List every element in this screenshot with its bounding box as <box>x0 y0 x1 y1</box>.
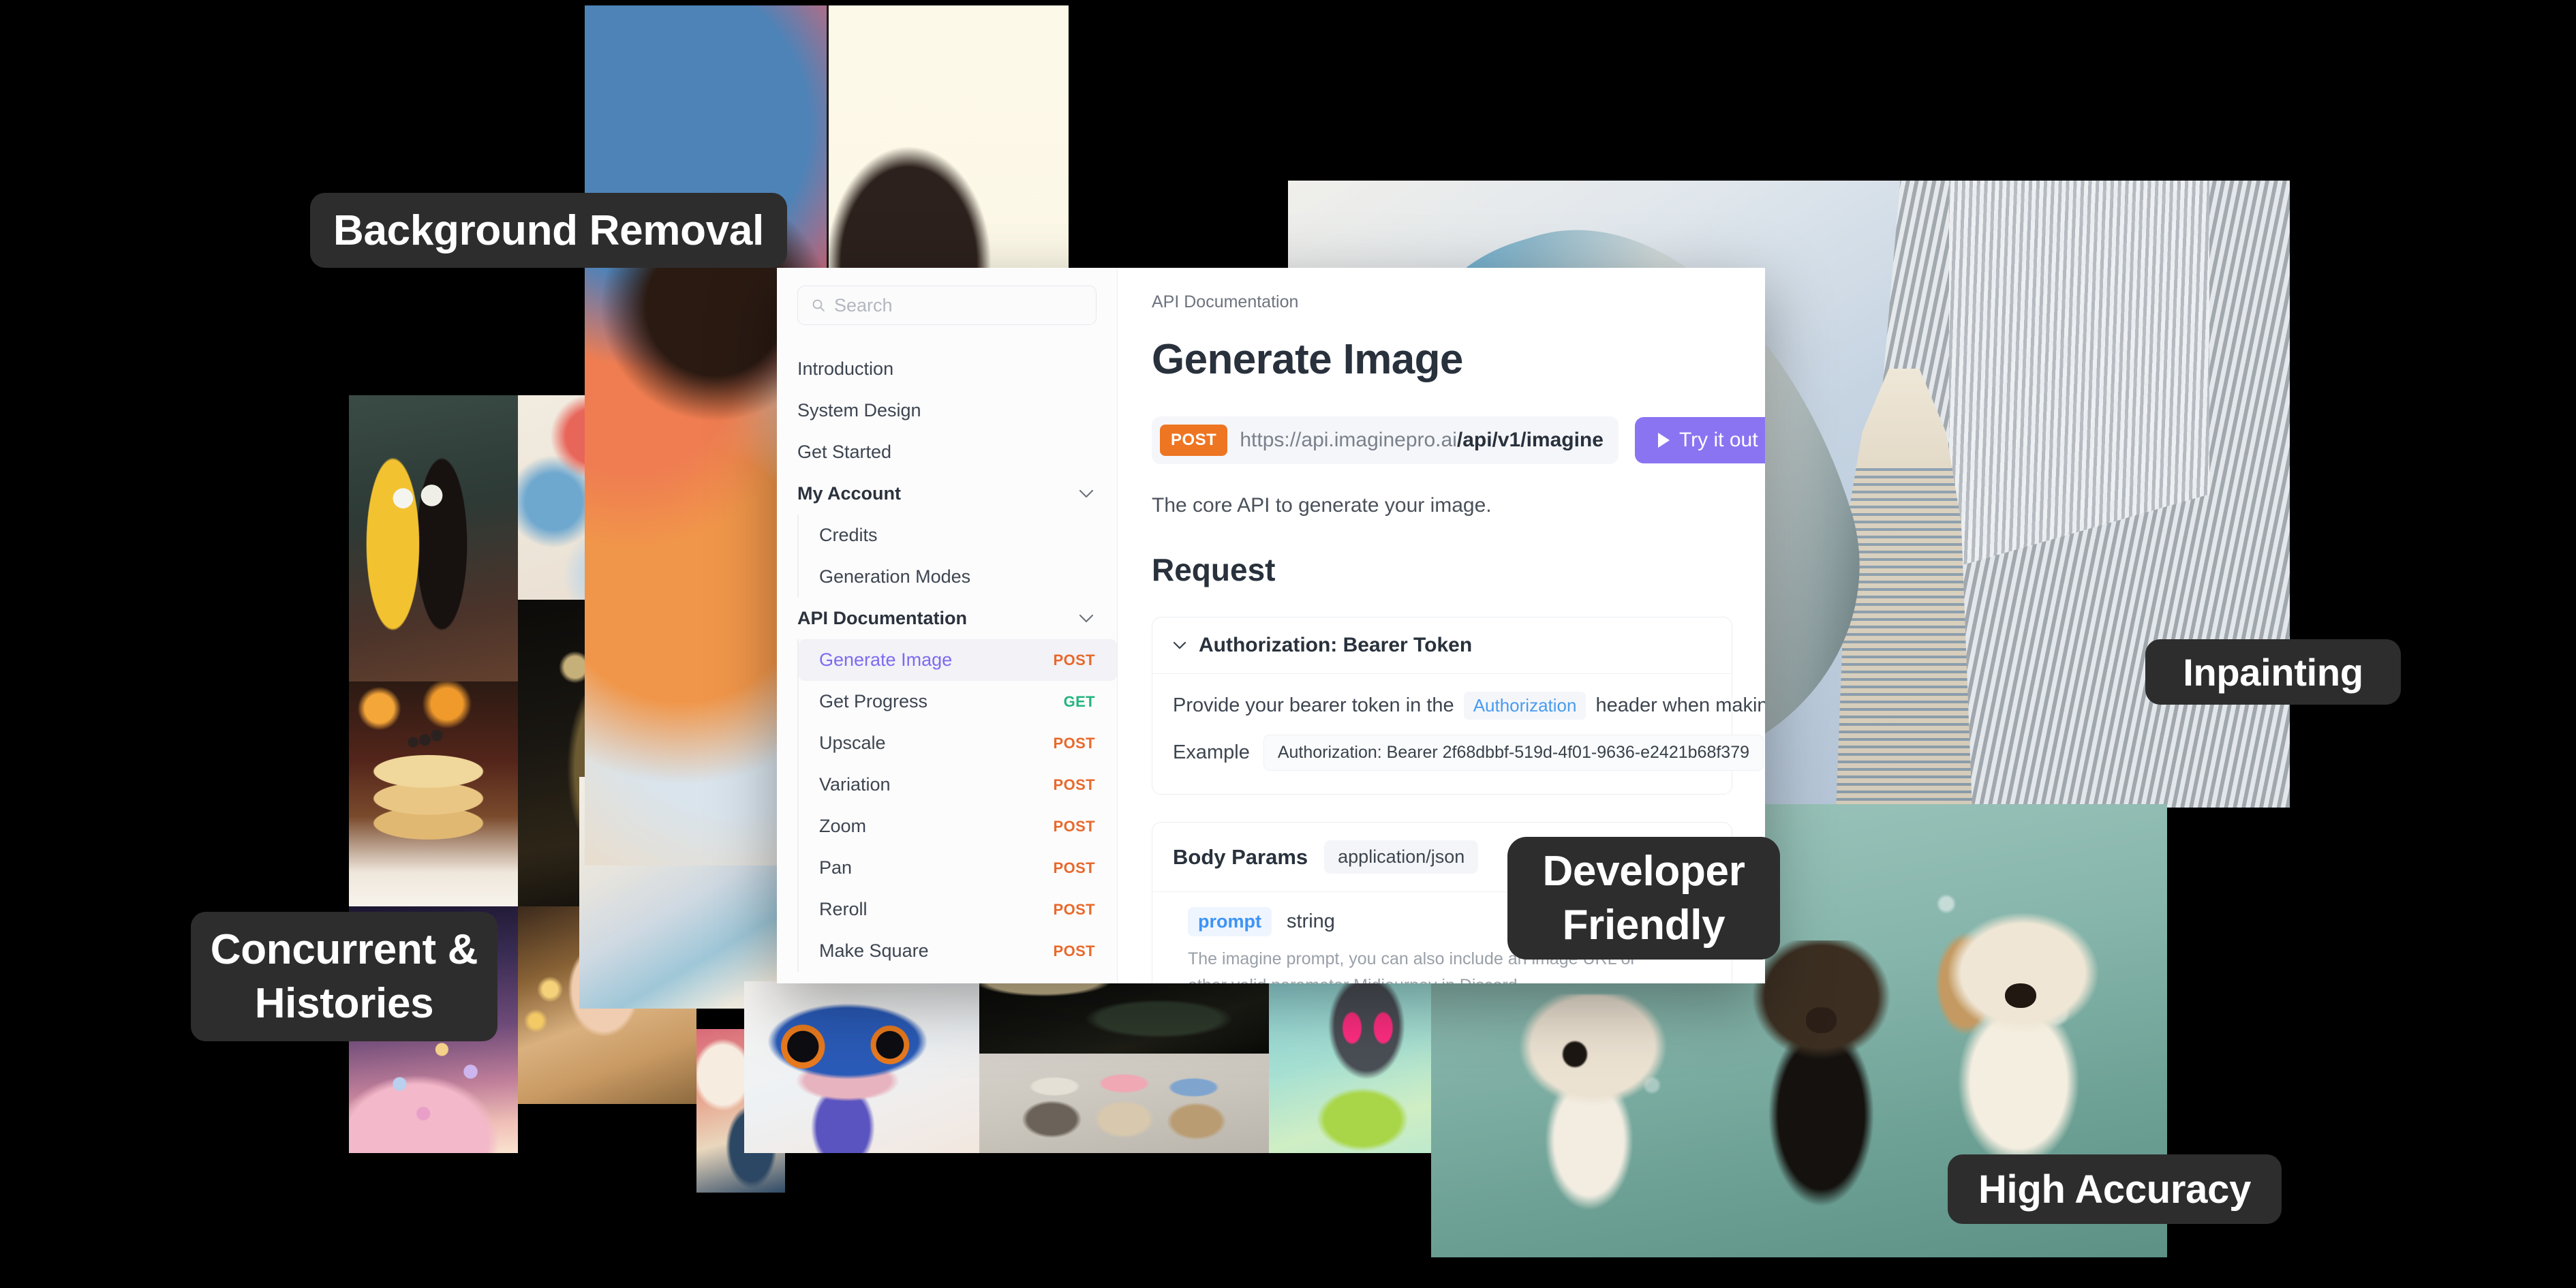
screenshot-stage: Search Introduction System Design Get St… <box>0 0 2576 1288</box>
section-title-request: Request <box>1152 552 1276 587</box>
play-icon <box>1657 433 1670 448</box>
auth-header-chip: Authorization <box>1463 692 1586 720</box>
sidebar-group-api-documentation[interactable]: API Documentation <box>777 598 1117 639</box>
badge-inpainting: Inpainting <box>2145 639 2401 705</box>
sidebar-item-generate-image[interactable]: Generate Image POST <box>799 639 1117 681</box>
authorization-example-row: Example Authorization: Bearer 2f68dbbf-5… <box>1173 735 1764 771</box>
sidebar-item-upscale[interactable]: Upscale POST <box>799 722 1117 764</box>
sidebar-item-pan[interactable]: Pan POST <box>799 847 1117 889</box>
endpoint-url-path: /api/v1/imagine <box>1456 429 1604 451</box>
sidebar-group-my-account[interactable]: My Account <box>777 473 1117 515</box>
badge-label: High Accuracy <box>1978 1167 2252 1212</box>
sidebar-sublist-api-documentation: Generate Image POST Get Progress GET Ups… <box>797 639 1117 972</box>
auth-desc-after: header when making req <box>1595 694 1765 716</box>
param-name: prompt <box>1188 907 1272 936</box>
authorization-card: Authorization: Bearer Token Provide your… <box>1152 617 1765 795</box>
sidebar-item-method: POST <box>1053 651 1095 669</box>
sidebar-item-label: Introduction <box>797 358 894 379</box>
sidebar-item-method: POST <box>1053 734 1095 752</box>
sidebar-item-variation[interactable]: Variation POST <box>799 764 1117 806</box>
sidebar-item-zoom[interactable]: Zoom POST <box>799 806 1117 847</box>
body-params-title: Body Params <box>1173 844 1308 869</box>
sidebar-item-method: POST <box>1053 817 1095 835</box>
sidebar-item-method: GET <box>1063 692 1095 710</box>
sidebar-item-method: POST <box>1053 776 1095 793</box>
chevron-down-icon <box>1173 641 1186 649</box>
badge-label-line2: Histories <box>254 980 434 1027</box>
sidebar-item-label: Zoom <box>819 816 867 836</box>
badge-label-line2: Friendly <box>1562 902 1726 949</box>
sidebar-item-label: Generation Modes <box>819 566 971 587</box>
try-it-out-button[interactable]: Try it out <box>1634 417 1765 463</box>
sidebar-item-label: System Design <box>797 400 921 420</box>
badge-label-line1: Concurrent & <box>210 925 478 973</box>
sidebar-item-credits[interactable]: Credits <box>799 515 1117 556</box>
search-icon <box>812 299 825 311</box>
sidebar-item-system-design[interactable]: System Design <box>777 390 1117 431</box>
collage-image-spongebob-venom <box>349 395 518 681</box>
authorization-card-body: Provide your bearer token in the Authori… <box>1152 673 1765 794</box>
sidebar-item-make-square[interactable]: Make Square POST <box>799 930 1117 972</box>
endpoint-method-badge: POST <box>1160 425 1228 456</box>
collage-image-cats-with-hats <box>979 1054 1269 1153</box>
chevron-down-icon <box>1079 489 1094 498</box>
sidebar-item-label: Variation <box>819 774 891 795</box>
badge-developer-friendly: Developer Friendly <box>1507 837 1780 960</box>
sidebar-item-generation-modes[interactable]: Generation Modes <box>799 556 1117 598</box>
badge-high-accuracy: High Accuracy <box>1948 1154 2282 1224</box>
breadcrumb: API Documentation <box>1152 292 1299 311</box>
badge-label: Inpainting <box>2183 650 2363 694</box>
param-type: string <box>1286 910 1335 932</box>
badge-background-removal: Background Removal <box>310 193 787 268</box>
collage-image-pancakes <box>349 681 518 906</box>
sidebar-sublist-my-account: Credits Generation Modes <box>797 515 1117 598</box>
badge-label: Background Removal <box>333 206 764 254</box>
sidebar-item-label: Make Square <box>819 940 929 961</box>
dog-white-left <box>1497 994 1689 1231</box>
sidebar-item-label: Get Progress <box>819 691 928 711</box>
content-type-chip: application/json <box>1324 840 1479 874</box>
sidebar-group-label: API Documentation <box>797 608 968 628</box>
sidebar: Search Introduction System Design Get St… <box>777 268 1118 983</box>
try-it-out-label: Try it out <box>1678 429 1758 451</box>
page-title: Generate Image <box>1152 336 1463 383</box>
endpoint-row: POST https://api.imaginepro.ai/api/v1/im… <box>1152 416 1765 464</box>
sidebar-item-get-started[interactable]: Get Started <box>777 431 1117 473</box>
authorization-description: Provide your bearer token in the Authori… <box>1173 692 1765 720</box>
endpoint-url-pill[interactable]: POST https://api.imaginepro.ai/api/v1/im… <box>1152 416 1619 464</box>
sidebar-item-method: POST <box>1053 942 1095 960</box>
sidebar-item-label: Pan <box>819 857 853 878</box>
endpoint-url-base: https://api.imaginepro.ai <box>1240 429 1457 451</box>
endpoint-description: The core API to generate your image. <box>1152 494 1492 517</box>
sidebar-item-method: POST <box>1053 900 1095 918</box>
sidebar-item-label: Reroll <box>819 899 868 919</box>
search-wrapper: Search <box>797 286 1097 325</box>
sidebar-item-introduction[interactable]: Introduction <box>777 348 1117 390</box>
sidebar-item-get-progress[interactable]: Get Progress GET <box>799 681 1117 722</box>
sidebar-group-label: My Account <box>797 483 902 504</box>
sidebar-item-label: Get Started <box>797 442 892 462</box>
endpoint-url: https://api.imaginepro.ai/api/v1/imagine <box>1240 429 1604 452</box>
example-label: Example <box>1173 741 1250 763</box>
example-token-value: Authorization: Bearer 2f68dbbf-519d-4f01… <box>1263 735 1764 771</box>
sidebar-item-method: POST <box>1053 859 1095 876</box>
badge-label-line1: Developer <box>1542 847 1745 895</box>
sidebar-item-label: Credits <box>819 525 878 545</box>
auth-desc-before: Provide your bearer token in the <box>1173 694 1454 716</box>
search-placeholder-text: Search <box>834 294 893 316</box>
search-input[interactable]: Search <box>797 286 1097 325</box>
collage-image-blue-frog <box>744 981 979 1153</box>
sidebar-item-label: Upscale <box>819 733 886 753</box>
badge-concurrent-histories: Concurrent & Histories <box>191 912 497 1041</box>
sidebar-item-reroll[interactable]: Reroll POST <box>799 889 1117 930</box>
chevron-down-icon <box>1079 614 1094 623</box>
dog-golden-right <box>1916 913 2138 1185</box>
sidebar-item-label: Generate Image <box>819 649 953 670</box>
authorization-card-header[interactable]: Authorization: Bearer Token <box>1152 617 1732 673</box>
authorization-card-title: Authorization: Bearer Token <box>1199 634 1473 656</box>
